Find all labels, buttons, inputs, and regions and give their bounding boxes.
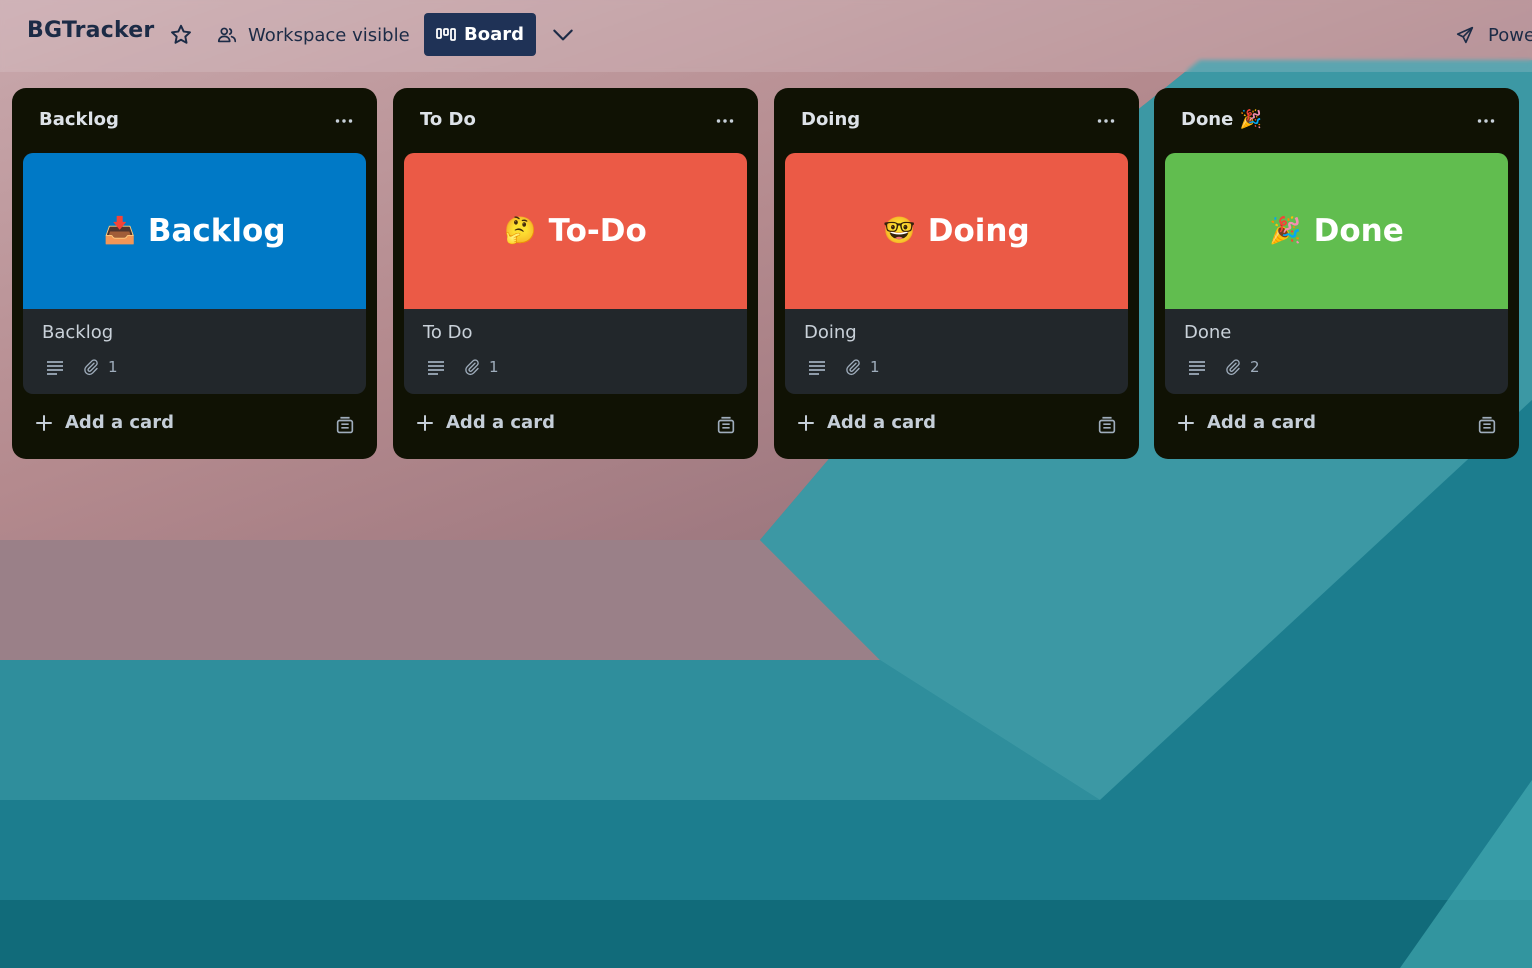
add-card-button[interactable]: Add a card — [1177, 412, 1316, 433]
add-card-button[interactable]: Add a card — [35, 412, 174, 433]
card-badges: 1 — [46, 358, 118, 376]
card-badges: 1 — [808, 358, 880, 376]
card[interactable]: 📥 Backlog Backlog 1 — [23, 153, 366, 394]
add-card-label: Add a card — [65, 412, 174, 433]
card[interactable]: 🤓 Doing Doing 1 — [785, 153, 1128, 394]
card-cover: 🤓 Doing — [785, 153, 1128, 309]
attachment-badge: 1 — [844, 358, 880, 376]
board-view-button[interactable]: Board — [424, 13, 536, 56]
plus-icon — [798, 414, 814, 431]
card-cover-text: To-Do — [548, 213, 647, 249]
list-title[interactable]: To Do — [420, 109, 476, 130]
attachment-badge: 1 — [463, 358, 499, 376]
list-header: To Do — [393, 88, 758, 152]
description-icon — [809, 361, 825, 375]
list-menu-button[interactable] — [331, 108, 357, 134]
description-icon — [47, 361, 63, 375]
card-cover: 🎉 Done — [1165, 153, 1508, 309]
list-header: Doing — [774, 88, 1139, 152]
card[interactable]: 🎉 Done Done 2 — [1165, 153, 1508, 394]
add-card-label: Add a card — [827, 412, 936, 433]
list-backlog[interactable]: Backlog 📥 Backlog Backlog 1 Add a card — [12, 88, 377, 459]
star-button[interactable] — [168, 22, 194, 48]
card-title: Backlog — [42, 322, 114, 343]
plus-icon — [36, 414, 52, 431]
more-icon — [335, 119, 353, 123]
create-from-template-button[interactable] — [715, 415, 737, 437]
paperclip-icon — [465, 359, 479, 376]
add-card-label: Add a card — [446, 412, 555, 433]
workspace-visibility-label: Workspace visible — [248, 24, 410, 46]
card-cover-text: Backlog — [147, 213, 286, 249]
plus-icon — [417, 414, 433, 431]
workspace-visibility-button[interactable]: Workspace visible — [216, 20, 410, 50]
card-badges: 1 — [427, 358, 499, 376]
view-switcher-button[interactable] — [550, 22, 576, 48]
add-card-button[interactable]: Add a card — [416, 412, 555, 433]
add-card-label: Add a card — [1207, 412, 1316, 433]
paperclip-icon — [846, 359, 860, 376]
card-title: Done — [1184, 322, 1232, 343]
more-icon — [716, 119, 734, 123]
card[interactable]: 🤔 To-Do To Do 1 — [404, 153, 747, 394]
list-title[interactable]: Backlog — [39, 109, 119, 130]
people-icon — [217, 27, 237, 43]
list-menu-button[interactable] — [712, 108, 738, 134]
create-from-template-button[interactable] — [334, 415, 356, 437]
board-icon — [436, 27, 456, 41]
attachment-count: 1 — [489, 358, 499, 376]
party-popper-icon: 🎉 — [1269, 216, 1302, 246]
more-icon — [1477, 119, 1495, 123]
more-icon — [1097, 119, 1115, 123]
attachment-badge: 1 — [82, 358, 118, 376]
list-header: Done 🎉 — [1154, 88, 1519, 152]
card-cover-text: Done — [1313, 213, 1404, 249]
inbox-tray-icon: 📥 — [103, 216, 136, 246]
add-card-button[interactable]: Add a card — [797, 412, 936, 433]
description-icon — [428, 361, 444, 375]
card-cover: 📥 Backlog — [23, 153, 366, 309]
power-ups-button[interactable]: Powe — [1454, 20, 1532, 50]
rocket-icon — [1456, 26, 1474, 44]
template-icon — [336, 416, 354, 434]
list-menu-button[interactable] — [1473, 108, 1499, 134]
card-cover-text: Doing — [927, 213, 1030, 249]
plus-icon — [1178, 414, 1194, 431]
thinking-face-icon: 🤔 — [504, 216, 537, 246]
card-title: Doing — [804, 322, 857, 343]
list-title[interactable]: Done 🎉 — [1181, 109, 1262, 130]
paperclip-icon — [1226, 359, 1240, 376]
list-doing[interactable]: Doing 🤓 Doing Doing 1 Add a card — [774, 88, 1139, 459]
attachment-badge: 2 — [1224, 358, 1260, 376]
board-header: BGTracker Workspace visible Board Powe — [0, 0, 1532, 72]
chevron-down-icon — [553, 29, 573, 41]
create-from-template-button[interactable] — [1096, 415, 1118, 437]
nerd-face-icon: 🤓 — [883, 216, 916, 246]
description-icon — [1189, 361, 1205, 375]
star-icon — [171, 24, 191, 44]
create-from-template-button[interactable] — [1476, 415, 1498, 437]
board-view-label: Board — [464, 24, 524, 45]
paperclip-icon — [84, 359, 98, 376]
list-title[interactable]: Doing — [801, 109, 860, 130]
board-title[interactable]: BGTracker — [27, 18, 154, 43]
list-header: Backlog — [12, 88, 377, 152]
template-icon — [1098, 416, 1116, 434]
card-cover: 🤔 To-Do — [404, 153, 747, 309]
attachment-count: 2 — [1250, 358, 1260, 376]
card-title: To Do — [423, 322, 473, 343]
list-done[interactable]: Done 🎉 🎉 Done Done 2 Add a card — [1154, 88, 1519, 459]
power-ups-label: Powe — [1488, 24, 1532, 46]
template-icon — [717, 416, 735, 434]
card-badges: 2 — [1188, 358, 1260, 376]
template-icon — [1478, 416, 1496, 434]
attachment-count: 1 — [108, 358, 118, 376]
list-menu-button[interactable] — [1093, 108, 1119, 134]
list-to-do[interactable]: To Do 🤔 To-Do To Do 1 Add a card — [393, 88, 758, 459]
attachment-count: 1 — [870, 358, 880, 376]
